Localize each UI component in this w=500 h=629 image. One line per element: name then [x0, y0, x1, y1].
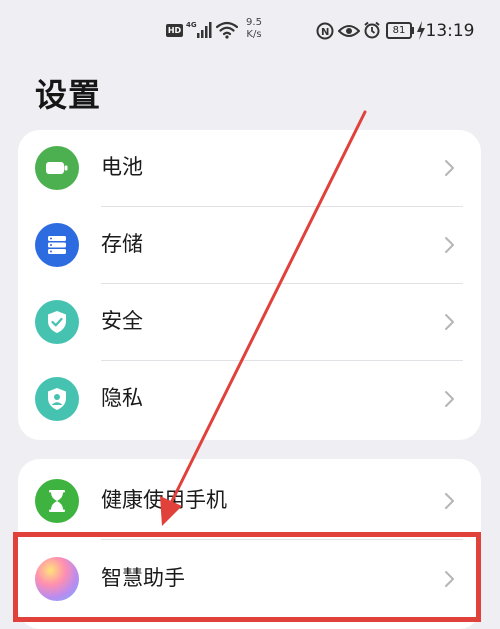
- settings-item-storage[interactable]: 存储: [18, 207, 481, 284]
- settings-item-label: 智慧助手: [101, 566, 185, 590]
- nfc-icon: N: [316, 22, 334, 40]
- chevron-right-icon: [445, 237, 454, 253]
- settings-group-1: 电池 存储 安全 隐私: [18, 130, 481, 440]
- privacy-shield-icon: [35, 377, 79, 421]
- network-speed-unit: K/s: [246, 29, 262, 40]
- settings-group-2: 健康使用手机 智慧助手: [18, 459, 481, 629]
- battery-status-icon: 81: [386, 22, 412, 39]
- hourglass-icon: [35, 479, 79, 523]
- chevron-right-icon: [445, 314, 454, 330]
- storage-icon: [35, 223, 79, 267]
- battery-tip: [412, 27, 414, 34]
- settings-item-label: 健康使用手机: [101, 488, 227, 512]
- status-bar: HD 4G 9.5 K/s N 81 13:19: [0, 0, 500, 62]
- settings-item-label: 安全: [101, 309, 143, 333]
- wifi-icon: [216, 21, 238, 39]
- smart-assistant-icon: [35, 557, 79, 601]
- settings-item-privacy[interactable]: 隐私: [18, 361, 481, 438]
- clock-time: 13:19: [425, 21, 475, 41]
- signal-icon: 4G: [186, 19, 214, 41]
- network-speed-value: 9.5: [246, 17, 262, 28]
- settings-item-label: 隐私: [101, 386, 143, 410]
- charging-icon: [416, 21, 426, 40]
- divider: [101, 539, 463, 540]
- alarm-icon: [363, 21, 381, 40]
- network-type-label: 4G: [186, 21, 197, 29]
- settings-item-digital-balance[interactable]: 健康使用手机: [18, 463, 481, 540]
- hd-badge-label: HD: [167, 26, 182, 35]
- chevron-right-icon: [445, 160, 454, 176]
- page-title: 设置: [35, 76, 102, 114]
- shield-check-icon: [35, 300, 79, 344]
- settings-item-battery[interactable]: 电池: [18, 130, 481, 207]
- settings-item-security[interactable]: 安全: [18, 284, 481, 361]
- hd-badge: HD: [166, 24, 183, 37]
- battery-level: 81: [392, 25, 406, 36]
- chevron-right-icon: [445, 493, 454, 509]
- chevron-right-icon: [445, 391, 454, 407]
- network-speed: 9.5 K/s: [242, 17, 266, 41]
- eye-comfort-icon: [338, 24, 360, 38]
- battery-icon: [35, 146, 79, 190]
- svg-text:N: N: [321, 27, 329, 38]
- chevron-right-icon: [445, 571, 454, 587]
- settings-item-label: 存储: [101, 232, 143, 256]
- settings-item-smart-assistant[interactable]: 智慧助手: [18, 541, 481, 618]
- settings-item-label: 电池: [101, 155, 143, 179]
